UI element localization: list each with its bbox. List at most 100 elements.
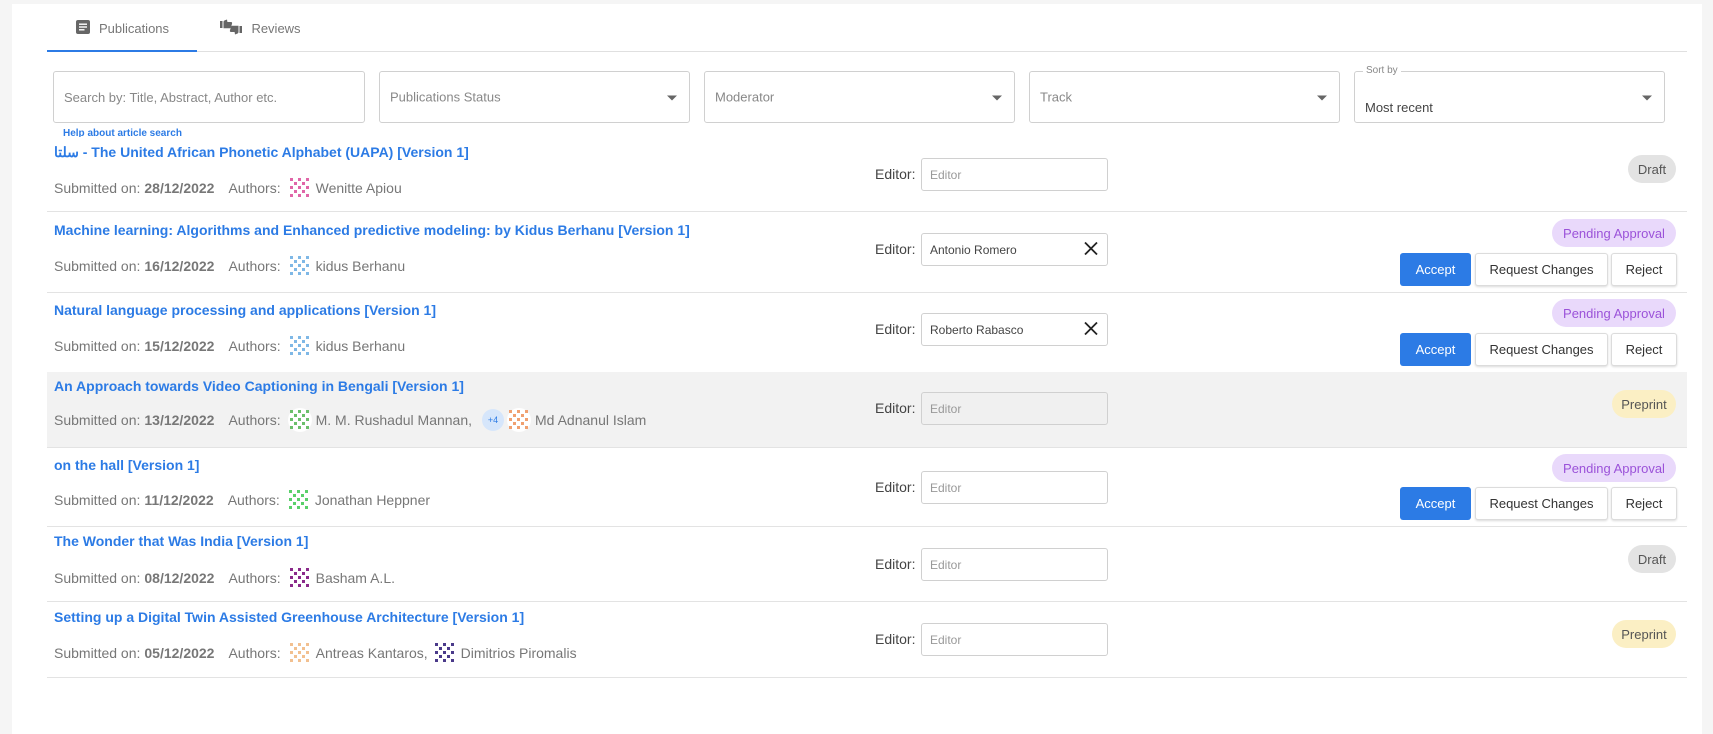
author-avatar xyxy=(287,333,313,359)
submitted-on-label: Submitted on: xyxy=(54,338,141,354)
author-avatar xyxy=(432,640,458,666)
editor-field[interactable] xyxy=(921,233,1108,266)
submitted-date: 16/12/2022 xyxy=(144,258,215,274)
table-row: سلتا - The United African Phonetic Alpha… xyxy=(47,137,1687,212)
article-icon xyxy=(75,19,91,38)
tab-publications[interactable]: Publications xyxy=(47,4,197,52)
author-name[interactable]: kidus Berhanu xyxy=(316,338,406,354)
publications-panel: Publications Reviews Publications Status… xyxy=(12,4,1702,734)
publication-title-link[interactable]: سلتا - The United African Phonetic Alpha… xyxy=(54,144,469,161)
editor-label: Editor: xyxy=(875,400,916,416)
status-badge: Pending Approval xyxy=(1552,219,1676,247)
table-row: The Wonder that Was India [Version 1] Sub… xyxy=(47,527,1687,602)
status-badge: Preprint xyxy=(1612,390,1676,418)
editor-label: Editor: xyxy=(875,479,916,495)
request-changes-button[interactable]: Request Changes xyxy=(1475,253,1608,286)
status-badge: Draft xyxy=(1628,545,1676,573)
author-avatar xyxy=(506,407,532,433)
request-changes-button[interactable]: Request Changes xyxy=(1475,333,1608,366)
submitted-on-label: Submitted on: xyxy=(54,412,141,428)
reject-button[interactable]: Reject xyxy=(1611,333,1677,366)
caret-down-icon xyxy=(992,95,1002,101)
publication-meta: Submitted on: 11/12/2022 Authors: Jonathan … xyxy=(54,487,434,513)
author-name[interactable]: Md Adnanul Islam xyxy=(535,412,646,428)
submitted-date: 08/12/2022 xyxy=(144,570,215,586)
track-select[interactable]: Track xyxy=(1029,71,1340,123)
author-name[interactable]: kidus Berhanu xyxy=(316,258,406,274)
reject-button[interactable]: Reject xyxy=(1611,253,1677,286)
submitted-date: 13/12/2022 xyxy=(144,412,215,428)
submitted-on-label: Submitted on: xyxy=(54,570,141,586)
authors-label: Authors: xyxy=(228,180,281,196)
tab-publications-label: Publications xyxy=(98,20,170,36)
editor-input[interactable] xyxy=(922,549,1107,580)
table-row: Setting up a Digital Twin Assisted Green… xyxy=(47,602,1687,678)
caret-down-icon xyxy=(1317,95,1327,101)
publication-title-link[interactable]: Setting up a Digital Twin Assisted Green… xyxy=(54,609,524,625)
author-name[interactable]: Antreas Kantaros, xyxy=(316,645,428,661)
submitted-date: 11/12/2022 xyxy=(144,492,214,508)
editor-field[interactable] xyxy=(921,471,1108,504)
publication-meta: Submitted on: 16/12/2022 Authors: kidus Ber… xyxy=(54,253,409,279)
thumbs-icon xyxy=(219,18,243,39)
caret-down-icon xyxy=(1642,95,1652,101)
author-avatar xyxy=(287,565,313,591)
active-tab-indicator xyxy=(47,50,197,52)
editor-label: Editor: xyxy=(875,556,916,572)
author-name[interactable]: Basham A.L. xyxy=(316,570,395,586)
track-select-placeholder: Track xyxy=(1040,89,1073,105)
author-name[interactable]: Dimitrios Piromalis xyxy=(461,645,577,661)
editor-input[interactable] xyxy=(922,314,1107,345)
accept-button[interactable]: Accept xyxy=(1400,333,1471,366)
editor-field[interactable] xyxy=(921,158,1108,191)
moderator-select-placeholder: Moderator xyxy=(715,89,775,105)
more-authors-badge[interactable]: +4 xyxy=(482,409,505,431)
caret-down-icon xyxy=(667,95,677,101)
tab-bar: Publications Reviews xyxy=(47,4,1687,52)
author-name[interactable]: Jonathan Heppner xyxy=(315,492,430,508)
close-icon[interactable] xyxy=(1084,241,1098,258)
editor-input[interactable] xyxy=(922,234,1107,265)
search-input[interactable] xyxy=(54,72,364,122)
search-field[interactable] xyxy=(53,71,365,123)
close-icon[interactable] xyxy=(1084,321,1098,338)
editor-field[interactable] xyxy=(921,313,1108,346)
tab-reviews-label: Reviews xyxy=(251,20,301,36)
table-row: on the hall [Version 1] Submitted on: 11/1… xyxy=(47,448,1687,527)
submitted-on-label: Submitted on: xyxy=(54,492,141,508)
editor-field[interactable] xyxy=(921,623,1108,656)
accept-button[interactable]: Accept xyxy=(1400,487,1471,520)
editor-input[interactable] xyxy=(922,159,1107,190)
editor-label: Editor: xyxy=(875,166,916,182)
editor-input[interactable] xyxy=(922,624,1107,655)
status-select[interactable]: Publications Status xyxy=(379,71,690,123)
authors-label: Authors: xyxy=(227,492,280,508)
publication-meta: Submitted on: 28/12/2022 Authors: Wenitte A… xyxy=(54,175,406,201)
status-badge: Pending Approval xyxy=(1552,454,1676,482)
publication-title-link[interactable]: An Approach towards Video Captioning in … xyxy=(54,378,464,394)
status-select-placeholder: Publications Status xyxy=(390,89,501,105)
publication-meta: Submitted on: 15/12/2022 Authors: kidus Ber… xyxy=(54,333,409,359)
tab-reviews[interactable]: Reviews xyxy=(195,4,325,52)
sort-select[interactable]: Sort by Most recent xyxy=(1354,65,1665,123)
request-changes-button[interactable]: Request Changes xyxy=(1475,487,1608,520)
publication-title-link[interactable]: Natural language processing and applicat… xyxy=(54,302,436,318)
editor-label: Editor: xyxy=(875,321,916,337)
publication-meta: Submitted on: 05/12/2022 Authors: Antreas K… xyxy=(54,640,581,666)
submitted-date: 15/12/2022 xyxy=(144,338,215,354)
accept-button[interactable]: Accept xyxy=(1400,253,1471,286)
editor-field[interactable] xyxy=(921,548,1108,581)
editor-label: Editor: xyxy=(875,631,916,647)
publication-title-link[interactable]: on the hall [Version 1] xyxy=(54,457,199,473)
authors-label: Authors: xyxy=(228,258,281,274)
moderator-select[interactable]: Moderator xyxy=(704,71,1015,123)
submitted-on-label: Submitted on: xyxy=(54,645,141,661)
reject-button[interactable]: Reject xyxy=(1611,487,1677,520)
editor-input[interactable] xyxy=(922,472,1107,503)
publication-title-link[interactable]: Machine learning: Algorithms and Enhance… xyxy=(54,222,690,238)
author-name[interactable]: Wenitte Apiou xyxy=(316,180,402,196)
editor-input xyxy=(922,393,1107,424)
author-name[interactable]: M. M. Rushadul Mannan, xyxy=(316,412,472,428)
authors-label: Authors: xyxy=(228,412,281,428)
publication-title-link[interactable]: The Wonder that Was India [Version 1] xyxy=(54,533,308,549)
